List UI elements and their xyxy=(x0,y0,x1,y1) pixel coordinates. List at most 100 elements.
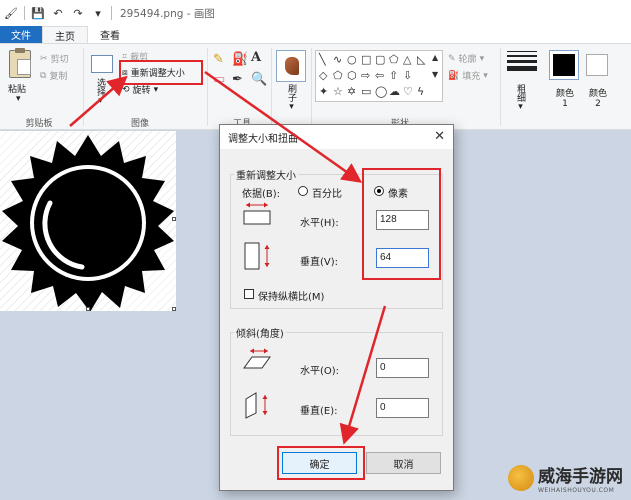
color2-button[interactable]: 颜色 2 xyxy=(586,86,610,109)
five-point-star-shape-icon[interactable]: ☆ xyxy=(333,86,343,97)
size-line-thick xyxy=(507,60,537,63)
shapes-scroll-down-icon[interactable]: ▼ xyxy=(432,71,438,79)
watermark-logo-icon xyxy=(508,465,534,491)
select-rectangle-icon[interactable] xyxy=(91,55,113,73)
separator xyxy=(83,48,84,126)
image-group-label: 图像 xyxy=(130,119,149,129)
cut-label: 剪切 xyxy=(50,55,69,65)
tab-file[interactable]: 文件 xyxy=(0,26,42,43)
diamond-shape-icon[interactable]: ◇ xyxy=(319,70,327,81)
size-icon[interactable] xyxy=(507,51,537,71)
up-arrow-shape-icon[interactable]: ⇧ xyxy=(389,70,398,81)
scissors-icon: ✂ xyxy=(40,53,48,64)
outline-icon: ✎ xyxy=(448,53,456,64)
drawing-canvas[interactable] xyxy=(0,131,176,311)
color-picker-icon[interactable]: ✒ xyxy=(232,72,243,87)
horizontal-label: 水平(H): xyxy=(300,218,339,229)
shapes-scroll-up-icon[interactable]: ▲ xyxy=(432,54,438,62)
select-label: 选择 xyxy=(95,78,105,96)
separator xyxy=(271,48,272,126)
text-tool-icon[interactable]: A xyxy=(251,50,261,65)
resize-highlight-box xyxy=(119,60,203,85)
cloud-callout-shape-icon[interactable]: ☁ xyxy=(389,86,400,97)
color2-label: 颜色 2 xyxy=(588,89,607,109)
paste-dropdown-icon[interactable]: ▾ xyxy=(16,94,21,104)
polygon-shape-icon[interactable]: ⬠ xyxy=(389,54,399,65)
oval-shape-icon[interactable]: ○ xyxy=(347,54,357,65)
skew-vertical-input[interactable]: 0 xyxy=(376,398,429,418)
outline-label: 轮廓 xyxy=(458,55,477,65)
rotate-icon: ⟲ xyxy=(122,84,130,95)
down-arrow-shape-icon[interactable]: ⇩ xyxy=(403,70,412,81)
size-line-thin xyxy=(507,51,537,52)
dialog-title: 调整大小和扭曲 xyxy=(228,133,298,145)
cut-button[interactable]: ✂ 剪切 xyxy=(40,52,69,66)
outline-button[interactable]: ✎ 轮廓 ▾ xyxy=(448,52,485,66)
select-button[interactable]: 选择 ▾ xyxy=(94,78,107,106)
separator xyxy=(500,48,501,126)
heart-shape-icon[interactable]: ♡ xyxy=(403,86,413,97)
line-shape-icon[interactable]: ╲ xyxy=(319,54,326,65)
skew-horizontal-input[interactable]: 0 xyxy=(376,358,429,378)
percent-radio[interactable] xyxy=(298,186,308,196)
color1-button[interactable]: 颜色 1 xyxy=(553,86,577,109)
paint-app-icon[interactable]: 🖌 xyxy=(4,6,18,20)
outline-dropdown-icon: ▾ xyxy=(479,53,485,64)
save-icon[interactable]: 💾 xyxy=(31,6,45,20)
color1-label: 颜色 1 xyxy=(555,89,574,109)
rectangle-shape-icon[interactable]: □ xyxy=(361,54,371,65)
by-label: 依据(B): xyxy=(242,189,281,200)
paste-icon[interactable] xyxy=(9,48,31,78)
fill-button[interactable]: ⛽ 填充 ▾ xyxy=(448,69,488,83)
shapes-gallery[interactable]: ╲ ∿ ○ □ ▢ ⬠ △ ◺ ◇ ⬠ ⬡ ⇨ ⇦ ⇧ ⇩ ✦ ☆ ✡ ▭ ◯ … xyxy=(315,50,443,102)
percent-label: 百分比 xyxy=(312,189,342,200)
right-arrow-shape-icon[interactable]: ⇨ xyxy=(361,70,370,81)
hexagon-shape-icon[interactable]: ⬡ xyxy=(347,70,357,81)
pentagon-shape-icon[interactable]: ⬠ xyxy=(333,70,343,81)
canvas-resize-handle-corner[interactable] xyxy=(172,307,176,311)
copy-button[interactable]: ⧉ 复制 xyxy=(40,69,67,83)
close-icon[interactable]: ✕ xyxy=(434,129,445,144)
ok-highlight-box xyxy=(277,446,365,480)
right-triangle-shape-icon[interactable]: ◺ xyxy=(417,54,425,65)
triangle-shape-icon[interactable]: △ xyxy=(403,54,411,65)
fill-bucket-icon[interactable]: ⛽ xyxy=(232,52,248,67)
tab-home[interactable]: 主页 xyxy=(42,26,88,43)
canvas-resize-handle-bottom[interactable] xyxy=(86,307,90,311)
separator xyxy=(207,48,208,126)
color1-swatch[interactable] xyxy=(549,50,579,80)
magnifier-icon[interactable]: 🔍 xyxy=(251,72,267,87)
left-arrow-shape-icon[interactable]: ⇦ xyxy=(375,70,384,81)
four-point-star-shape-icon[interactable]: ✦ xyxy=(319,86,328,97)
rotate-dropdown-icon: ▾ xyxy=(153,84,159,95)
callout-shape-icon[interactable]: ▭ xyxy=(361,86,371,97)
vertical-label: 垂直(V): xyxy=(300,257,339,268)
skew-horizontal-label: 水平(O): xyxy=(300,366,340,377)
undo-icon[interactable]: ↶ xyxy=(51,6,65,20)
brush-icon[interactable] xyxy=(276,50,306,82)
pencil-icon[interactable]: ✎ xyxy=(213,52,224,67)
cancel-button[interactable]: 取消 xyxy=(366,452,441,474)
size-label: 粗细 xyxy=(515,84,525,102)
keep-ratio-checkbox[interactable] xyxy=(244,289,254,299)
skew-section-label: 倾斜(角度) xyxy=(234,325,286,340)
customize-dropdown-icon[interactable]: ▾ xyxy=(91,6,105,20)
separator xyxy=(24,6,25,20)
keep-ratio-label: 保持纵横比(M) xyxy=(258,292,325,303)
eraser-icon[interactable]: ▭ xyxy=(213,72,225,87)
rounded-rectangle-shape-icon[interactable]: ▢ xyxy=(375,54,385,65)
skew-vertical-icon xyxy=(245,392,268,419)
canvas-resize-handle-right[interactable] xyxy=(172,217,176,221)
redo-icon[interactable]: ↷ xyxy=(71,6,85,20)
brush-button[interactable]: 刷子 ▾ xyxy=(285,84,298,112)
color1-fill xyxy=(553,54,575,76)
oval-callout-shape-icon[interactable]: ◯ xyxy=(375,86,387,97)
color2-swatch[interactable] xyxy=(586,54,608,76)
six-point-star-shape-icon[interactable]: ✡ xyxy=(347,86,356,97)
tab-view[interactable]: 查看 xyxy=(88,26,132,43)
separator xyxy=(111,6,112,20)
copy-icon: ⧉ xyxy=(40,70,47,81)
curve-shape-icon[interactable]: ∿ xyxy=(333,54,342,65)
lightning-shape-icon[interactable]: ϟ xyxy=(417,86,424,97)
size-button[interactable]: 粗细 ▾ xyxy=(514,84,527,112)
